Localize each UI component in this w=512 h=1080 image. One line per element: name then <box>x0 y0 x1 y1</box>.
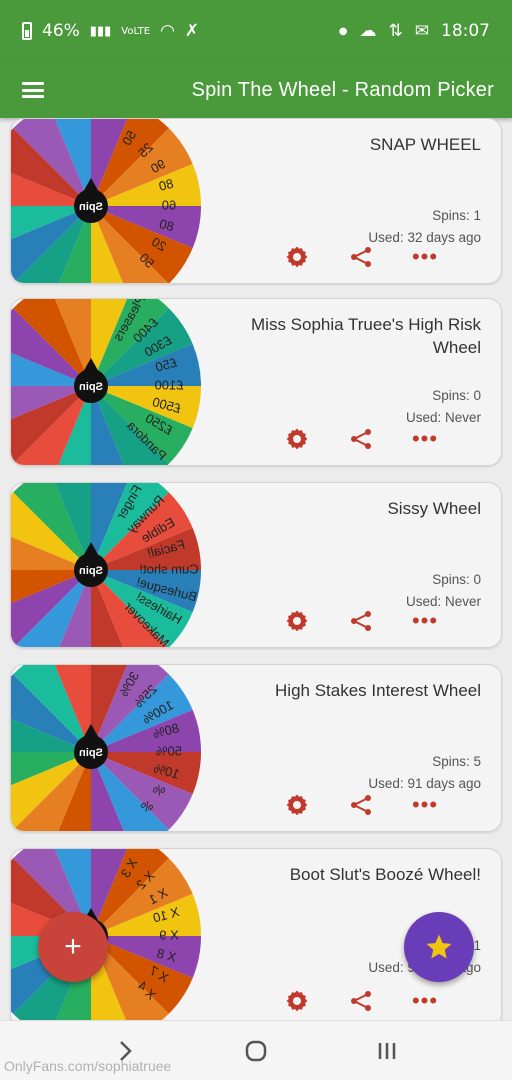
spins-count: Spins: 0 <box>432 388 481 403</box>
wheel-meta: Spins: 0 Used: Never <box>406 385 481 429</box>
gear-icon <box>286 428 308 450</box>
more-dots-icon: ••• <box>411 792 439 817</box>
gear-icon <box>286 610 308 632</box>
gear-icon <box>286 990 308 1012</box>
mute-icon: ✗ <box>184 21 200 41</box>
spin-label: Spin <box>79 747 103 759</box>
settings-button[interactable] <box>283 607 311 635</box>
wheel-card[interactable]: Finger Runway Edible Facial! Cum shot! Burles… <box>10 482 502 648</box>
share-button[interactable] <box>347 607 375 635</box>
wheel-title: High Stakes Interest Wheel <box>275 681 481 700</box>
gear-icon <box>286 246 308 268</box>
app-bar: Spin The Wheel - Random Picker <box>0 62 512 118</box>
notification-dot-icon: ● <box>338 25 348 37</box>
status-bar: 46% ▮▮▮ VoLTE ◠ ✗ ● ☁ ⇅ ✉ 18:07 <box>0 0 512 62</box>
card-actions: ••• <box>283 243 439 271</box>
card-actions: ••• <box>283 425 439 453</box>
wheel-preview[interactable]: 50 25 90 80 60 80 20 50 Spin <box>11 119 211 283</box>
star-icon <box>426 934 452 959</box>
recents-nav-button[interactable] <box>367 1031 407 1071</box>
battery-percent: 46% <box>42 21 80 41</box>
signal-icon: ▮▮▮ <box>89 23 112 39</box>
clock-time: 18:07 <box>441 21 490 41</box>
share-icon <box>351 611 371 631</box>
wheel-title: Miss Sophia Truee's High Risk Wheel <box>251 315 481 357</box>
spins-count: Spins: 1 <box>432 208 481 223</box>
settings-button[interactable] <box>283 791 311 819</box>
wheel-title: Boot Slut's Boozé Wheel! <box>289 865 481 884</box>
favorite-button[interactable] <box>404 912 474 982</box>
wheel-card[interactable]: 50 25 90 80 60 80 20 50 Spin SNAP WHEEL Spins: … <box>10 118 502 284</box>
more-options-button[interactable]: ••• <box>411 987 439 1015</box>
settings-button[interactable] <box>283 987 311 1015</box>
network-type: VoLTE <box>121 25 151 37</box>
recents-icon <box>378 1042 395 1059</box>
share-button[interactable] <box>347 791 375 819</box>
spins-count: Spins: 5 <box>432 754 481 769</box>
wheel-preview[interactable]: Pleasers £400 £300 £50 £100 £500 £250 Pandora S… <box>11 299 211 465</box>
spin-label: Spin <box>79 381 103 393</box>
status-left: 46% ▮▮▮ VoLTE ◠ ✗ <box>22 21 199 41</box>
wheel-segment-label: Cum shot! <box>139 561 198 576</box>
more-dots-icon: ••• <box>411 244 439 269</box>
wheel-card[interactable]: 30% 25% 100% 80% 50% 10%%% Spin High Stakes I… <box>10 664 502 832</box>
wheel-meta: Spins: 5 Used: 91 days ago <box>368 751 481 795</box>
home-circle-icon <box>245 1040 267 1061</box>
more-dots-icon: ••• <box>411 426 439 451</box>
hamburger-menu-icon[interactable] <box>22 82 44 98</box>
share-button[interactable] <box>347 243 375 271</box>
mail-icon: ✉ <box>414 21 429 41</box>
home-nav-button[interactable] <box>236 1031 276 1071</box>
share-button[interactable] <box>347 425 375 453</box>
wheel-segment-label: 50% <box>156 743 182 758</box>
app-title: Spin The Wheel - Random Picker <box>191 78 494 101</box>
more-options-button[interactable]: ••• <box>411 607 439 635</box>
more-dots-icon: ••• <box>411 988 439 1013</box>
spins-count: Spins: 0 <box>432 572 481 587</box>
spin-label: Spin <box>79 565 103 577</box>
wheel-segment-label: X 9 <box>159 927 179 942</box>
more-options-button[interactable]: ••• <box>411 243 439 271</box>
share-icon <box>351 247 371 267</box>
cloud-icon: ☁ <box>359 21 377 41</box>
wheel-title: Sissy Wheel <box>387 499 481 518</box>
more-options-button[interactable]: ••• <box>411 791 439 819</box>
spin-label: Spin <box>79 201 103 213</box>
wheel-card[interactable]: Pleasers £400 £300 £50 £100 £500 £250 Pandora S… <box>10 298 502 466</box>
wheel-title: SNAP WHEEL <box>369 135 481 154</box>
settings-button[interactable] <box>283 425 311 453</box>
share-icon <box>351 795 371 815</box>
plus-icon: + <box>64 930 82 963</box>
card-actions: ••• <box>283 987 439 1015</box>
wheel-preview[interactable]: Finger Runway Edible Facial! Cum shot! Burles… <box>11 483 211 647</box>
more-options-button[interactable]: ••• <box>411 425 439 453</box>
wheel-segment-label: £100 <box>155 377 184 392</box>
add-wheel-button[interactable]: + <box>38 912 108 982</box>
card-actions: ••• <box>283 607 439 635</box>
sync-icon: ⇅ <box>388 21 403 41</box>
wifi-icon: ◠ <box>160 21 175 41</box>
gear-icon <box>286 794 308 816</box>
share-button[interactable] <box>347 987 375 1015</box>
watermark: OnlyFans.com/sophiatruee <box>4 1058 172 1074</box>
card-actions: ••• <box>283 791 439 819</box>
share-icon <box>351 991 371 1011</box>
settings-button[interactable] <box>283 243 311 271</box>
wheel-preview[interactable]: 30% 25% 100% 80% 50% 10%%% Spin <box>11 665 211 831</box>
wheel-segment-label: 60 <box>162 197 176 212</box>
share-icon <box>351 429 371 449</box>
more-dots-icon: ••• <box>411 608 439 633</box>
status-right: ● ☁ ⇅ ✉ 18:07 <box>339 21 490 41</box>
battery-icon <box>22 22 32 40</box>
